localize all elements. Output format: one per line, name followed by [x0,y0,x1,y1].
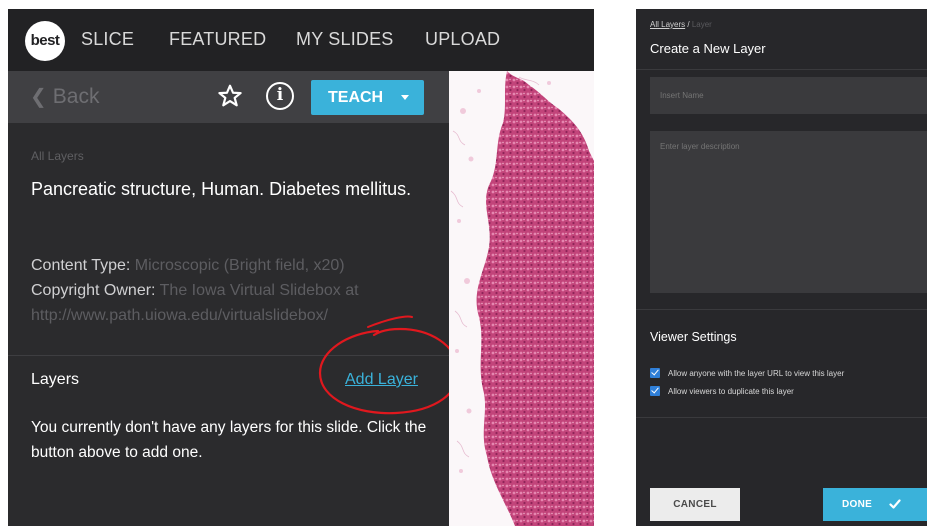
checkbox-checked-icon[interactable] [650,368,660,378]
allow-duplicate-checkbox[interactable]: Allow viewers to duplicate this layer [650,386,794,396]
back-label: Back [52,85,100,108]
chevron-left-icon: ❮ [30,86,47,108]
breadcrumb-current: Layer [691,20,712,29]
copyright-label: Copyright Owner: [31,282,156,299]
layer-name-input[interactable] [650,77,927,114]
layer-description-textarea[interactable] [650,131,927,293]
allow-url-view-label: Allow anyone with the layer URL to view … [668,368,845,378]
checkbox-checked-icon[interactable] [650,386,660,396]
done-label: DONE [842,499,873,510]
nav-my-slides[interactable]: MY SLIDES [296,29,394,50]
content-type-label: Content Type: [31,257,131,274]
best-logo[interactable]: best [25,21,65,61]
create-layer-panel: All Layers / Layer Create a New Layer Vi… [636,9,927,526]
tissue-sample-image [450,71,594,526]
modal-divider [636,69,927,70]
empty-layers-message: You currently don't have any layers for … [31,419,427,461]
panel-toolbar: ❮ Back i TEACH [8,71,449,123]
viewer-settings-heading: Viewer Settings [650,330,737,344]
slide-info-panel: ❮ Back i TEACH All Layers Pancreatic stru… [8,71,460,526]
teach-label: TEACH [328,89,384,106]
copyright-url[interactable]: http://www.path.uiowa.edu/virtualslidebo… [31,303,441,328]
caret-down-icon [401,95,409,100]
checkmark-icon [889,499,901,509]
slide-image-viewport[interactable] [449,71,594,526]
allow-duplicate-label: Allow viewers to duplicate this layer [668,386,794,396]
content-type-row: Content Type: Microscopic (Bright field,… [31,253,441,278]
copyright-row: Copyright Owner: The Iowa Virtual Slideb… [31,278,441,303]
star-icon[interactable] [217,83,243,109]
nav-upload[interactable]: UPLOAD [425,29,500,50]
slide-metadata: Content Type: Microscopic (Bright field,… [31,253,441,328]
breadcrumb-all-layers[interactable]: All Layers [650,20,685,29]
section-divider [8,355,449,356]
breadcrumb[interactable]: All Layers [31,149,84,163]
nav-slice[interactable]: SLICE [81,29,134,50]
nav-featured[interactable]: FEATURED [169,29,266,50]
teach-dropdown-button[interactable]: TEACH [311,80,424,115]
add-layer-link[interactable]: Add Layer [345,371,418,389]
slide-viewer-app: best SLICE FEATURED MY SLIDES UPLOAD ❮ Ba… [8,9,594,526]
content-type-value: Microscopic (Bright field, x20) [134,257,345,274]
info-icon[interactable]: i [266,82,294,110]
cancel-button[interactable]: CANCEL [650,488,740,521]
copyright-value: The Iowa Virtual Slidebox at [159,282,359,299]
breadcrumb-separator: / [687,20,690,29]
modal-divider [636,417,927,418]
back-button[interactable]: ❮ Back [30,84,99,109]
modal-title: Create a New Layer [650,41,766,56]
slide-title: Pancreatic structure, Human. Diabetes me… [31,179,412,199]
top-navigation: best SLICE FEATURED MY SLIDES UPLOAD [8,9,594,71]
allow-url-view-checkbox[interactable]: Allow anyone with the layer URL to view … [650,368,844,378]
done-button[interactable]: DONE [823,488,927,521]
layers-heading: Layers [31,371,80,388]
modal-divider [636,309,927,310]
modal-breadcrumb: All Layers / Layer [650,20,712,29]
